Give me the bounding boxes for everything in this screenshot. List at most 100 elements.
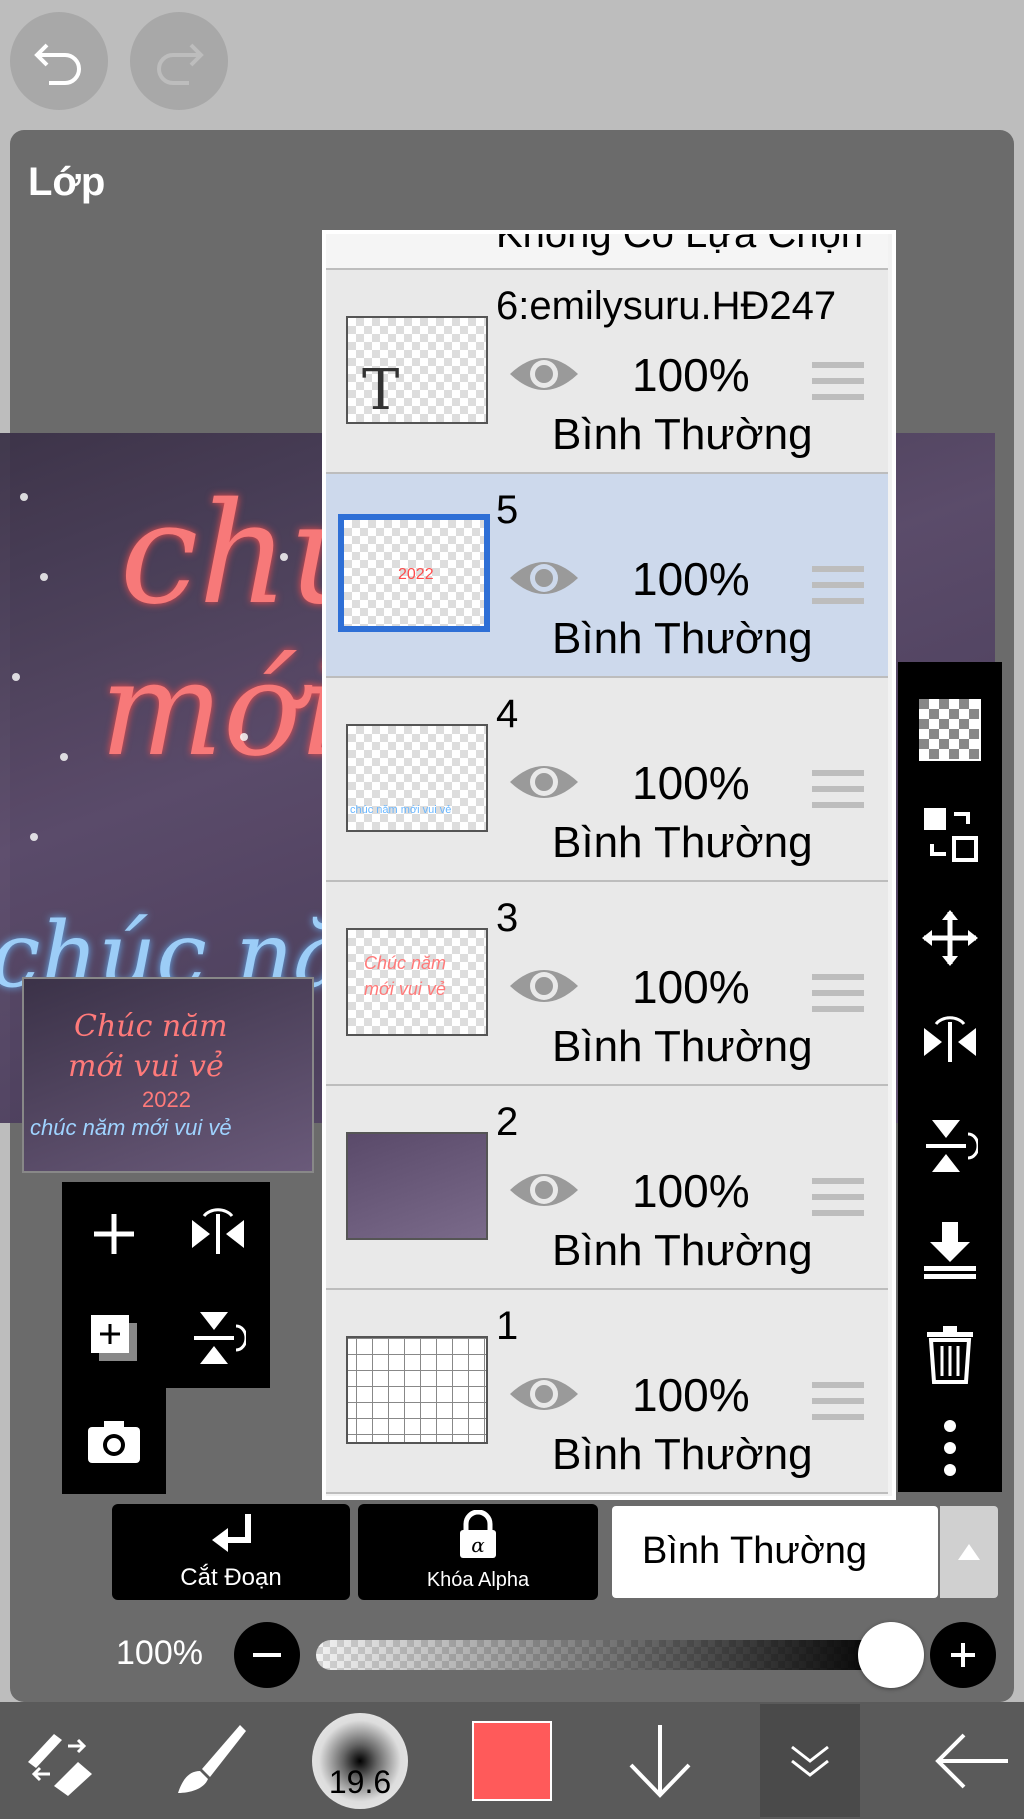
visibility-toggle[interactable] — [508, 1370, 580, 1423]
eye-icon — [510, 766, 578, 798]
thumb-content: chúc năm mới vui vẻ — [350, 804, 452, 816]
thumb-text-3: 2022 — [142, 1087, 191, 1112]
svg-text:α: α — [471, 1533, 485, 1557]
layer-row[interactable]: chúc năm mới vui vẻ 4 100% Bình Thường — [326, 678, 888, 882]
back-button[interactable] — [920, 1702, 1024, 1819]
eye-icon — [510, 562, 578, 594]
layer-thumbnail: 2022 — [338, 514, 490, 632]
flip-horizontal-layer-button[interactable] — [898, 992, 1002, 1092]
opacity-slider-knob[interactable] — [858, 1622, 924, 1688]
clipping-button[interactable]: Cắt Đoạn — [112, 1504, 350, 1600]
blend-mode-value: Bình Thường — [642, 1530, 868, 1572]
drag-handle-icon[interactable] — [812, 1178, 864, 1226]
layer-row[interactable]: 2 100% Bình Thường — [326, 1086, 888, 1290]
opacity-label: 100% — [116, 1634, 203, 1672]
layer-opacity: 100% — [632, 553, 750, 605]
layer-opacity: 100% — [632, 961, 750, 1013]
camera-button[interactable] — [62, 1390, 166, 1494]
opacity-slider[interactable] — [316, 1640, 890, 1670]
swap-layer-button[interactable] — [898, 784, 1002, 884]
delete-layer-button[interactable] — [898, 1304, 1002, 1404]
undo-button[interactable] — [10, 12, 108, 110]
canvas-thumbnail[interactable]: Chúc năm mới vui vẻ 2022 chúc năm mới vu… — [22, 977, 314, 1173]
layer-thumbnail — [346, 1336, 488, 1444]
alpha-lock-label: Khóa Alpha — [426, 1569, 530, 1591]
brush-eraser-switch-icon — [28, 1733, 92, 1796]
brush-eraser-switch-button[interactable] — [0, 1702, 120, 1819]
flip-vertical-icon — [926, 1120, 978, 1172]
brush-tool-button[interactable] — [160, 1702, 260, 1819]
layer-actions-strip — [898, 662, 1002, 1492]
layer-row[interactable]: Chúc năm mới vui vẻ 3 100% Bình Thường — [326, 882, 888, 1086]
layer-list[interactable]: Không Có Lựa Chọn T 6:emilysuru.HĐ247 10… — [322, 230, 896, 1500]
scroll-down-button[interactable] — [620, 1702, 700, 1819]
move-button[interactable] — [898, 888, 1002, 988]
plus-icon — [951, 1643, 975, 1667]
arrow-down-icon — [629, 1724, 691, 1798]
thumb-content: 2022 — [398, 566, 434, 583]
selection-layer-label: Không Có Lựa Chọn — [496, 234, 864, 256]
triangle-up-icon — [958, 1544, 980, 1560]
visibility-toggle[interactable] — [508, 962, 580, 1015]
redo-button[interactable] — [130, 12, 228, 110]
flip-horizontal-icon — [924, 1016, 976, 1062]
drag-handle-icon[interactable] — [812, 770, 864, 818]
flip-vertical-layer-button[interactable] — [898, 1096, 1002, 1196]
selection-layer-row[interactable]: Không Có Lựa Chọn — [326, 234, 888, 270]
layer-blend-mode: Bình Thường — [552, 1226, 813, 1275]
opacity-increase-button[interactable] — [930, 1622, 996, 1688]
transparency-button[interactable] — [898, 680, 1002, 780]
clipping-icon — [212, 1514, 251, 1552]
lock-icon: α — [460, 1510, 496, 1558]
layer-blend-mode: Bình Thường — [552, 1022, 813, 1071]
layer-thumbnail: chúc năm mới vui vẻ — [346, 724, 488, 832]
move-icon — [922, 910, 978, 966]
visibility-toggle[interactable] — [508, 554, 580, 607]
layer-opacity: 100% — [632, 1369, 750, 1421]
brush-size-value: 19.6 — [328, 1763, 392, 1800]
layer-row-selected[interactable]: 2022 5 100% Bình Thường — [326, 474, 888, 678]
layer-opacity: 100% — [632, 757, 750, 809]
merge-down-button[interactable] — [898, 1200, 1002, 1300]
layer-blend-mode: Bình Thường — [552, 614, 813, 663]
layer-name: 5 — [496, 488, 519, 532]
swap-icon — [924, 808, 978, 862]
layer-row[interactable]: T 6:emilysuru.HĐ247 100% Bình Thường — [326, 270, 888, 474]
visibility-toggle[interactable] — [508, 1166, 580, 1219]
arrow-left-icon — [935, 1733, 1008, 1788]
drag-handle-icon[interactable] — [812, 566, 864, 614]
layers-toggle-button[interactable] — [760, 1704, 860, 1817]
blend-mode-dropdown[interactable] — [940, 1506, 998, 1598]
trash-icon — [927, 1326, 973, 1384]
visibility-toggle[interactable] — [508, 350, 580, 403]
layer-row[interactable]: 1 100% Bình Thường — [326, 1290, 888, 1494]
layer-name: 1 — [496, 1304, 519, 1348]
camera-icon — [88, 1421, 140, 1463]
layer-name: 6:emilysuru.HĐ247 — [496, 284, 837, 328]
layer-thumbnail — [346, 1132, 488, 1240]
eye-icon — [510, 970, 578, 1002]
eye-icon — [510, 1378, 578, 1410]
flip-vertical-button[interactable] — [166, 1286, 270, 1390]
drag-handle-icon[interactable] — [812, 974, 864, 1022]
more-options-button[interactable] — [898, 1398, 1002, 1498]
eye-icon — [510, 358, 578, 390]
color-swatch-button[interactable] — [470, 1702, 554, 1819]
sparkle — [20, 493, 28, 501]
brush-size-button[interactable]: 19.6 — [308, 1702, 412, 1819]
flip-horizontal-button[interactable] — [166, 1182, 270, 1286]
layer-blend-mode: Bình Thường — [552, 818, 813, 867]
thumb-text-2: mới vui vẻ — [68, 1049, 224, 1084]
opacity-decrease-button[interactable] — [234, 1622, 300, 1688]
plus-icon — [94, 1214, 134, 1254]
brush-size-preview: 19.6 — [312, 1712, 408, 1809]
layer-name: 2 — [496, 1100, 519, 1144]
drag-handle-icon[interactable] — [812, 362, 864, 410]
drag-handle-icon[interactable] — [812, 1382, 864, 1430]
alpha-lock-button[interactable]: α Khóa Alpha — [358, 1504, 598, 1600]
visibility-toggle[interactable] — [508, 758, 580, 811]
layer-name: 3 — [496, 896, 519, 940]
add-layer-button[interactable] — [62, 1182, 166, 1286]
duplicate-layer-button[interactable] — [62, 1286, 166, 1390]
layer-blend-mode: Bình Thường — [552, 410, 813, 459]
